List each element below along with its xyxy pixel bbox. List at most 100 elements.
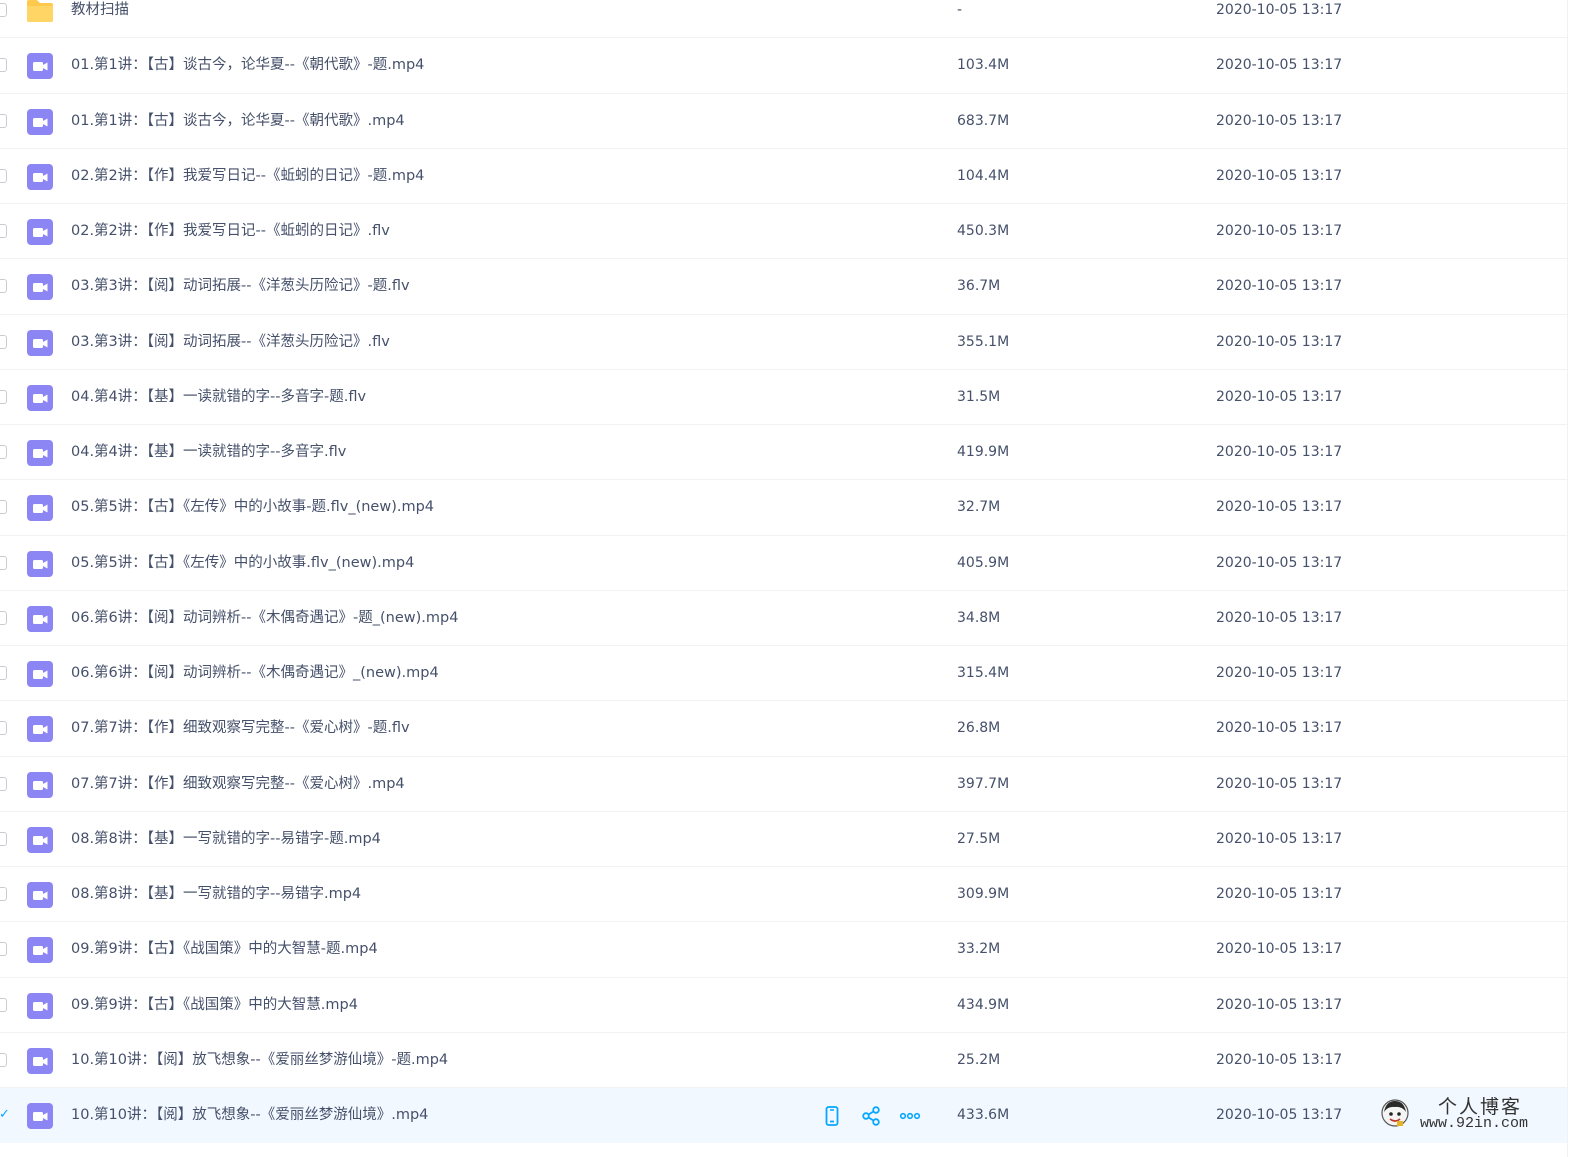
file-row[interactable]: 09.第9讲：【古】《战国策》中的大智慧-题.mp4 33.2M 2020-10-0… xyxy=(0,922,1568,978)
video-icon[interactable] xyxy=(26,108,54,136)
row-checkbox[interactable] xyxy=(0,168,7,183)
video-icon[interactable] xyxy=(26,329,54,357)
video-icon[interactable] xyxy=(26,494,54,522)
file-row[interactable]: 08.第8讲：【基】一写就错的字--易错字.mp4 309.9M 2020-10-0… xyxy=(0,867,1568,923)
file-row[interactable]: 02.第2讲：【作】我爱写日记--《蚯蚓的日记》-题.mp4 104.4M 2020… xyxy=(0,149,1568,204)
file-row[interactable]: 06.第6讲：【阅】动词辨析--《木偶奇遇记》-题_(new).mp4 34.8M… xyxy=(0,591,1568,646)
folder-icon[interactable] xyxy=(26,0,54,25)
row-checkbox[interactable] xyxy=(0,113,7,128)
video-icon[interactable] xyxy=(26,1102,54,1130)
row-checkbox[interactable] xyxy=(0,389,7,404)
row-checkbox[interactable] xyxy=(0,224,7,238)
video-icon[interactable] xyxy=(26,439,54,467)
row-checkbox[interactable] xyxy=(0,500,7,515)
row-checkbox[interactable] xyxy=(0,666,7,680)
file-name[interactable]: 03.第3讲：【阅】动词拓展--《洋葱头历险记》.flv xyxy=(71,315,390,370)
more-button[interactable] xyxy=(898,1104,922,1128)
file-name[interactable]: 07.第7讲：【作】细致观察写完整--《爱心树》-题.flv xyxy=(71,701,410,756)
file-name[interactable]: 10.第10讲：【阅】放飞想象--《爱丽丝梦游仙境》-题.mp4 xyxy=(71,1033,448,1088)
video-icon[interactable] xyxy=(26,936,54,964)
video-icon[interactable] xyxy=(26,660,54,688)
file-modified-date: 2020-10-05 13:17 xyxy=(1216,499,1343,516)
video-icon[interactable] xyxy=(26,715,54,743)
file-row[interactable]: 01.第1讲：【古】谈古今，论华夏--《朝代歌》.mp4 683.7M 2020-1… xyxy=(0,94,1568,149)
video-icon[interactable] xyxy=(26,550,54,578)
row-checkbox[interactable] xyxy=(0,721,7,736)
file-modified-date: 2020-10-05 13:17 xyxy=(1216,333,1343,350)
file-row[interactable]: 06.第6讲：【阅】动词辨析--《木偶奇遇记》_(new).mp4 315.4M 2… xyxy=(0,646,1568,702)
file-row[interactable]: ✓ 10.第10讲：【阅】放飞想象--《爱丽丝梦游仙境》.mp4 433.6M 202… xyxy=(0,1088,1568,1144)
row-checkbox[interactable] xyxy=(0,610,7,625)
row-checkbox[interactable] xyxy=(0,1052,7,1067)
file-row[interactable]: 07.第7讲：【作】细致观察写完整--《爱心树》.mp4 397.7M 2020-1… xyxy=(0,757,1568,812)
file-size: 450.3M xyxy=(957,223,1010,239)
video-icon[interactable] xyxy=(26,826,54,854)
file-name[interactable]: 09.第9讲：【古】《战国策》中的大智慧.mp4 xyxy=(71,978,358,1033)
file-size: 34.8M xyxy=(957,609,1001,626)
file-size: 683.7M xyxy=(957,112,1010,129)
file-row[interactable]: 05.第5讲：【古】《左传》中的小故事.flv_(new).mp4 405.9M 2… xyxy=(0,536,1568,591)
file-row[interactable]: 09.第9讲：【古】《战国策》中的大智慧.mp4 434.9M 2020-10-05… xyxy=(0,978,1568,1033)
file-modified-date: 2020-10-05 13:17 xyxy=(1216,388,1343,405)
file-row[interactable]: 08.第8讲：【基】一写就错的字--易错字-题.mp4 27.5M 2020-10-… xyxy=(0,812,1568,867)
file-name[interactable]: 01.第1讲：【古】谈古今，论华夏--《朝代歌》.mp4 xyxy=(71,94,405,149)
file-name[interactable]: 08.第8讲：【基】一写就错的字--易错字.mp4 xyxy=(71,867,361,922)
file-row[interactable]: 01.第1讲：【古】谈古今，论华夏--《朝代歌》-题.mp4 103.4M 2020… xyxy=(0,38,1568,94)
video-icon[interactable] xyxy=(26,605,54,633)
video-icon[interactable] xyxy=(26,881,54,909)
row-checkbox[interactable]: ✓ xyxy=(0,1107,10,1122)
row-checkbox[interactable] xyxy=(0,776,7,791)
file-row[interactable]: 03.第3讲：【阅】动词拓展--《洋葱头历险记》.flv 355.1M 2020-1… xyxy=(0,315,1568,370)
row-checkbox[interactable] xyxy=(0,58,7,73)
file-name[interactable]: 06.第6讲：【阅】动词辨析--《木偶奇遇记》-题_(new).mp4 xyxy=(71,591,458,646)
file-row[interactable]: 05.第5讲：【古】《左传》中的小故事-题.flv_(new).mp4 32.7M… xyxy=(0,480,1568,536)
row-checkbox[interactable] xyxy=(0,334,7,349)
video-icon[interactable] xyxy=(26,52,54,80)
file-name[interactable]: 03.第3讲：【阅】动词拓展--《洋葱头历险记》-题.flv xyxy=(71,259,410,314)
file-row[interactable]: 02.第2讲：【作】我爱写日记--《蚯蚓的日记》.flv 450.3M 2020-1… xyxy=(0,204,1568,260)
video-icon[interactable] xyxy=(26,771,54,799)
file-name[interactable]: 02.第2讲：【作】我爱写日记--《蚯蚓的日记》-题.mp4 xyxy=(71,149,424,204)
file-row[interactable]: 教材扫描 - 2020-10-05 13:17 xyxy=(0,0,1568,39)
video-icon[interactable] xyxy=(26,273,54,301)
row-checkbox[interactable] xyxy=(0,942,7,957)
file-row[interactable]: 04.第4讲：【基】一读就错的字--多音字.flv 419.9M 2020-10-0… xyxy=(0,425,1568,481)
file-size: 103.4M xyxy=(957,57,1010,74)
video-icon[interactable] xyxy=(26,384,54,412)
file-name[interactable]: 04.第4讲：【基】一读就错的字--多音字-题.flv xyxy=(71,370,366,425)
file-name[interactable]: 04.第4讲：【基】一读就错的字--多音字.flv xyxy=(71,425,346,480)
file-name[interactable]: 05.第5讲：【古】《左传》中的小故事.flv_(new).mp4 xyxy=(71,536,414,591)
file-name[interactable]: 09.第9讲：【古】《战国策》中的大智慧-题.mp4 xyxy=(71,922,378,977)
file-name[interactable]: 05.第5讲：【古】《左传》中的小故事-题.flv_(new).mp4 xyxy=(71,480,434,535)
phone-button[interactable] xyxy=(820,1104,844,1128)
file-name[interactable]: 01.第1讲：【古】谈古今，论华夏--《朝代歌》-题.mp4 xyxy=(71,38,424,93)
video-icon[interactable] xyxy=(26,1047,54,1075)
file-name[interactable]: 08.第8讲：【基】一写就错的字--易错字-题.mp4 xyxy=(71,812,381,867)
row-checkbox[interactable] xyxy=(0,997,7,1012)
row-checkbox[interactable] xyxy=(0,555,7,570)
file-row[interactable]: 07.第7讲：【作】细致观察写完整--《爱心树》-题.flv 26.8M 2020-… xyxy=(0,701,1568,757)
row-checkbox[interactable] xyxy=(0,3,7,17)
row-checkbox[interactable] xyxy=(0,887,7,901)
file-row[interactable]: 03.第3讲：【阅】动词拓展--《洋葱头历险记》-题.flv 36.7M 2020-… xyxy=(0,259,1568,315)
share-icon xyxy=(862,1106,880,1126)
file-name[interactable]: 06.第6讲：【阅】动词辨析--《木偶奇遇记》_(new).mp4 xyxy=(71,646,439,701)
file-row[interactable]: 04.第4讲：【基】一读就错的字--多音字-题.flv 31.5M 2020-10-… xyxy=(0,370,1568,425)
share-button[interactable] xyxy=(859,1104,883,1128)
file-modified-date: 2020-10-05 13:17 xyxy=(1216,112,1343,129)
row-checkbox[interactable] xyxy=(0,445,7,459)
checkmark-icon: ✓ xyxy=(0,1107,10,1122)
file-name[interactable]: 02.第2讲：【作】我爱写日记--《蚯蚓的日记》.flv xyxy=(71,204,390,259)
phone-icon xyxy=(825,1106,839,1126)
row-checkbox[interactable] xyxy=(0,831,7,846)
file-name[interactable]: 07.第7讲：【作】细致观察写完整--《爱心树》.mp4 xyxy=(71,757,405,812)
file-name[interactable]: 10.第10讲：【阅】放飞想象--《爱丽丝梦游仙境》.mp4 xyxy=(71,1088,428,1143)
file-row[interactable]: 10.第10讲：【阅】放飞想象--《爱丽丝梦游仙境》-题.mp4 25.2M 202… xyxy=(0,1033,1568,1088)
video-icon[interactable] xyxy=(26,218,54,246)
file-name[interactable]: 教材扫描 xyxy=(71,0,129,38)
row-checkbox[interactable] xyxy=(0,279,7,294)
video-icon[interactable] xyxy=(26,163,54,191)
file-modified-date: 2020-10-05 13:17 xyxy=(1216,665,1343,681)
video-icon[interactable] xyxy=(26,992,54,1020)
file-size: 31.5M xyxy=(957,388,1001,405)
